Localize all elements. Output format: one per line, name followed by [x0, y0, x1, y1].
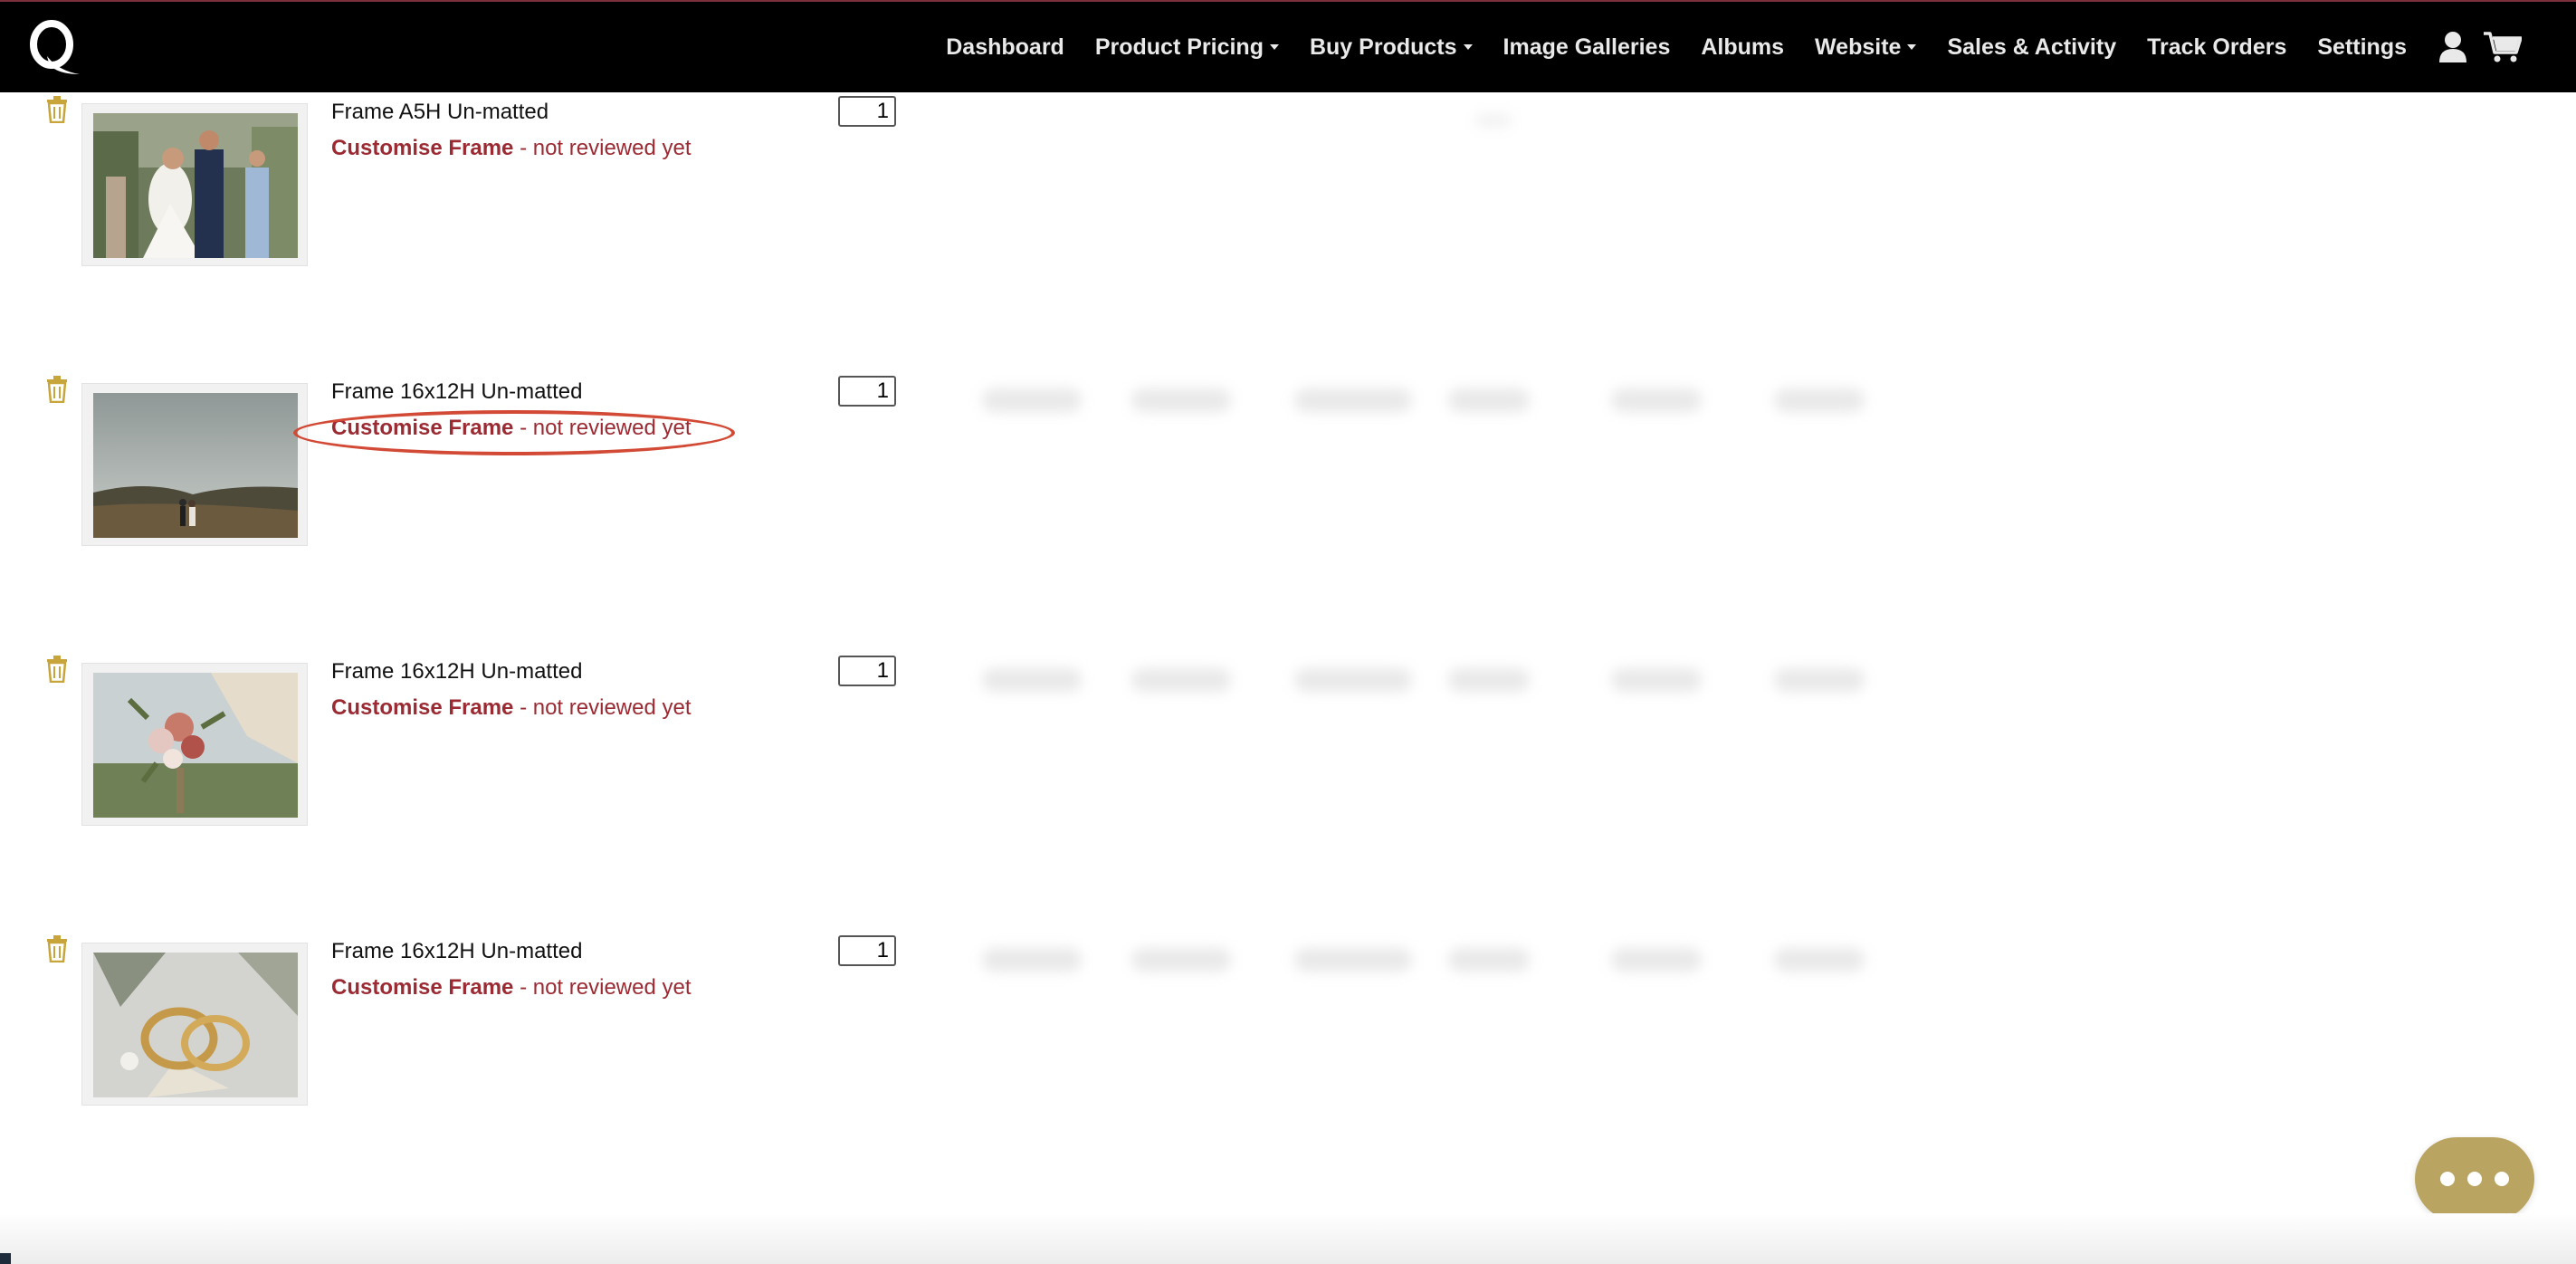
nav-albums[interactable]: Albums: [1685, 34, 1799, 61]
caret-down-icon: [1269, 44, 1279, 50]
blurred-price-columns: [978, 668, 1883, 704]
blurred-price-columns: [978, 109, 1883, 145]
customise-frame-link[interactable]: Customise Frame: [331, 416, 513, 440]
quantity-input[interactable]: [838, 376, 896, 407]
blurred-price-columns: [978, 948, 1883, 984]
product-title: Frame 16x12H Un-matted: [331, 379, 583, 404]
nav-website[interactable]: Website: [1799, 34, 1932, 61]
user-icon[interactable]: [2438, 31, 2467, 63]
cart-icon[interactable]: [2484, 31, 2522, 63]
nav-buy-products[interactable]: Buy Products: [1294, 34, 1488, 61]
nav-image-galleries[interactable]: Image Galleries: [1488, 34, 1686, 61]
customise-status: Customise Frame - not reviewed yet: [331, 975, 692, 1001]
nav-settings[interactable]: Settings: [2302, 34, 2422, 61]
ellipsis-icon: [2467, 1172, 2482, 1186]
customise-status: Customise Frame - not reviewed yet: [331, 695, 692, 721]
chat-button[interactable]: [2415, 1137, 2534, 1221]
customise-frame-link[interactable]: Customise Frame: [331, 695, 513, 720]
customise-status: Customise Frame - not reviewed yet: [331, 416, 692, 441]
nav-menu: Dashboard Product Pricing Buy Products I…: [930, 2, 2522, 92]
product-title: Frame A5H Un-matted: [331, 100, 549, 124]
review-status: - not reviewed yet: [513, 136, 692, 160]
product-thumbnail[interactable]: [81, 943, 308, 1106]
review-status: - not reviewed yet: [513, 695, 692, 720]
caret-down-icon: [1463, 44, 1473, 50]
blurred-price-columns: [978, 388, 1883, 425]
review-status: - not reviewed yet: [513, 975, 692, 1000]
customise-frame-link[interactable]: Customise Frame: [331, 136, 513, 160]
couple-on-hill-landscape-image: [93, 393, 298, 538]
top-navbar: Dashboard Product Pricing Buy Products I…: [0, 0, 2576, 92]
product-thumbnail[interactable]: [81, 663, 308, 826]
window-corner: [0, 1253, 11, 1264]
wedding-couple-with-guests-image: [93, 113, 298, 258]
nav-sales-activity[interactable]: Sales & Activity: [1932, 34, 2132, 61]
customise-frame-link[interactable]: Customise Frame: [331, 975, 513, 1000]
cart-item-row: Frame 16x12H Un-matted Customise Frame -…: [0, 935, 2576, 1116]
bottom-fade: [0, 1213, 2576, 1264]
quantity-input[interactable]: [838, 656, 896, 686]
caret-down-icon: [1907, 44, 1917, 50]
cart-item-row: Frame 16x12H Un-matted Customise Frame -…: [0, 376, 2576, 557]
wedding-rings-image: [93, 953, 298, 1097]
product-title: Frame 16x12H Un-matted: [331, 939, 583, 963]
bridal-bouquet-image: [93, 673, 298, 818]
product-thumbnail[interactable]: [81, 103, 308, 266]
trash-icon[interactable]: [45, 96, 69, 124]
trash-icon[interactable]: [45, 935, 69, 963]
cart-item-row: Frame 16x12H Un-matted Customise Frame -…: [0, 656, 2576, 837]
quantity-input[interactable]: [838, 96, 896, 127]
trash-icon[interactable]: [45, 656, 69, 684]
product-thumbnail[interactable]: [81, 383, 308, 546]
cart-item-row: Frame A5H Un-matted Customise Frame - no…: [0, 96, 2576, 277]
customise-status: Customise Frame - not reviewed yet: [331, 136, 692, 161]
review-status: - not reviewed yet: [513, 416, 692, 440]
ellipsis-icon: [2495, 1172, 2509, 1186]
nav-product-pricing[interactable]: Product Pricing: [1080, 34, 1294, 61]
quantity-input[interactable]: [838, 935, 896, 966]
trash-icon[interactable]: [45, 376, 69, 404]
logo[interactable]: [27, 20, 81, 78]
nav-track-orders[interactable]: Track Orders: [2132, 34, 2302, 61]
nav-dashboard[interactable]: Dashboard: [930, 34, 1080, 61]
product-title: Frame 16x12H Un-matted: [331, 659, 583, 684]
ellipsis-icon: [2440, 1172, 2455, 1186]
